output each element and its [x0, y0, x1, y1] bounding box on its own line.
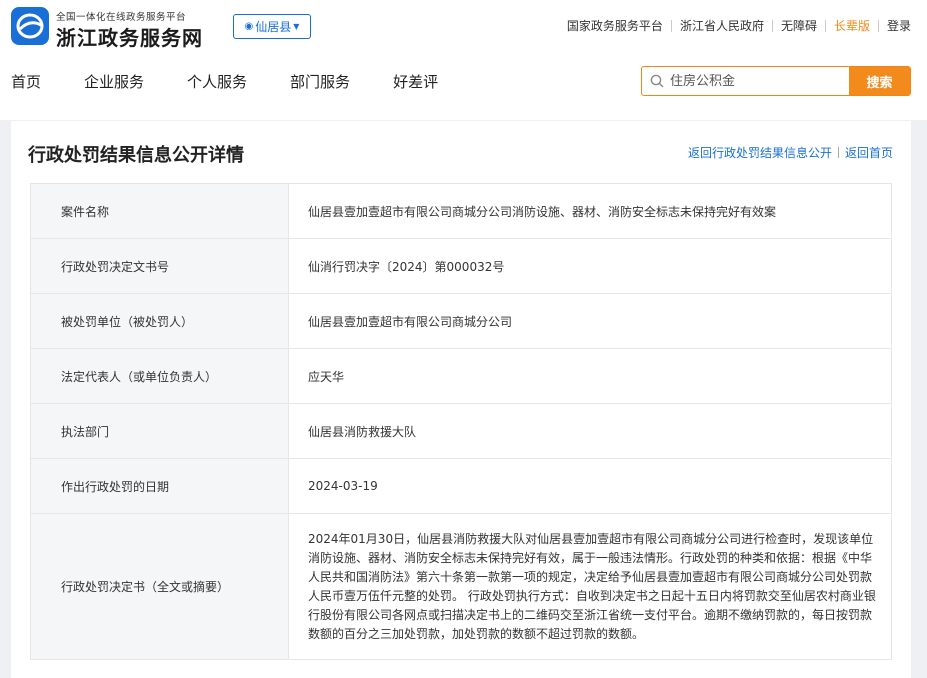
field-value: 仙居县壹加壹超市有限公司商城分公司: [308, 314, 513, 329]
field-label: 被处罚单位（被处罚人）: [31, 294, 289, 348]
card-links: 返回行政处罚结果信息公开 返回首页: [688, 144, 893, 161]
login-link[interactable]: 登录: [879, 17, 911, 34]
search-icon: [650, 74, 664, 88]
search-field: [642, 67, 849, 95]
search-input[interactable]: [670, 73, 840, 89]
field-value: 应天华: [308, 369, 345, 384]
field-value: 仙居县壹加壹超市有限公司商城分公司消防设施、器材、消防安全标志未保持完好有效案: [308, 204, 777, 219]
logo-subtitle: 全国一体化在线政务服务平台: [56, 12, 187, 23]
link-national-platform[interactable]: 国家政务服务平台: [559, 17, 671, 34]
field-value: 仙消行罚决字〔2024〕第000032号: [308, 259, 505, 274]
nav-item-departments[interactable]: 部门服务: [290, 71, 350, 92]
table-row: 被处罚单位（被处罚人） 仙居县壹加壹超市有限公司商城分公司: [31, 294, 891, 349]
logo-title[interactable]: 浙江政务服务网: [56, 22, 203, 51]
back-to-list-link[interactable]: 返回行政处罚结果信息公开: [688, 144, 832, 161]
link-accessibility[interactable]: 无障碍: [773, 17, 825, 34]
field-value: 仙居县消防救援大队: [308, 424, 417, 439]
region-selector[interactable]: ◉ 仙居县 ▼: [233, 14, 311, 39]
search-bar: 搜索: [641, 66, 911, 96]
main-nav: 首页 企业服务 个人服务 部门服务 好差评: [11, 71, 481, 92]
nav-item-ratings[interactable]: 好差评: [393, 71, 438, 92]
top-links: 国家政务服务平台 浙江省人民政府 无障碍 长辈版 登录: [559, 17, 911, 34]
detail-card: 行政处罚结果信息公开详情 返回行政处罚结果信息公开 返回首页 案件名称 仙居县壹…: [11, 121, 911, 678]
field-label: 法定代表人（或单位负责人）: [31, 349, 289, 403]
field-label: 案件名称: [31, 184, 289, 238]
table-row: 作出行政处罚的日期 2024-03-19: [31, 459, 891, 514]
nav-item-home[interactable]: 首页: [11, 71, 41, 92]
table-row: 行政处罚决定书（全文或摘要） 2024年01月30日，仙居县消防救援大队对仙居县…: [31, 514, 891, 660]
link-zhejiang-government[interactable]: 浙江省人民政府: [672, 17, 772, 34]
field-label: 作出行政处罚的日期: [31, 459, 289, 513]
field-label: 执法部门: [31, 404, 289, 458]
field-label: 行政处罚决定书（全文或摘要）: [31, 514, 289, 659]
page-title: 行政处罚结果信息公开详情: [28, 145, 244, 166]
table-row: 执法部门 仙居县消防救援大队: [31, 404, 891, 459]
nav-item-personal[interactable]: 个人服务: [187, 71, 247, 92]
table-row: 法定代表人（或单位负责人） 应天华: [31, 349, 891, 404]
link-elder-version[interactable]: 长辈版: [826, 17, 878, 34]
nav-item-enterprise[interactable]: 企业服务: [84, 71, 144, 92]
field-value: 2024-03-19: [308, 479, 378, 493]
detail-table: 案件名称 仙居县壹加壹超市有限公司商城分公司消防设施、器材、消防安全标志未保持完…: [30, 183, 892, 660]
table-row: 行政处罚决定文书号 仙消行罚决字〔2024〕第000032号: [31, 239, 891, 294]
table-row: 案件名称 仙居县壹加壹超市有限公司商城分公司消防设施、器材、消防安全标志未保持完…: [31, 184, 891, 239]
location-pin-icon: ◉: [244, 21, 254, 32]
search-button[interactable]: 搜索: [849, 67, 910, 95]
site-header: 全国一体化在线政务服务平台 浙江政务服务网 ◉ 仙居县 ▼ 国家政务服务平台 浙…: [0, 0, 927, 120]
back-to-home-link[interactable]: 返回首页: [845, 144, 893, 161]
logo-icon[interactable]: [11, 7, 49, 45]
region-label: 仙居县: [255, 20, 292, 34]
field-label: 行政处罚决定文书号: [31, 239, 289, 293]
divider: [837, 147, 839, 158]
caret-down-icon: ▼: [293, 22, 300, 31]
field-value: 2024年01月30日，仙居县消防救援大队对仙居县壹加壹超市有限公司商城分公司进…: [308, 531, 876, 641]
